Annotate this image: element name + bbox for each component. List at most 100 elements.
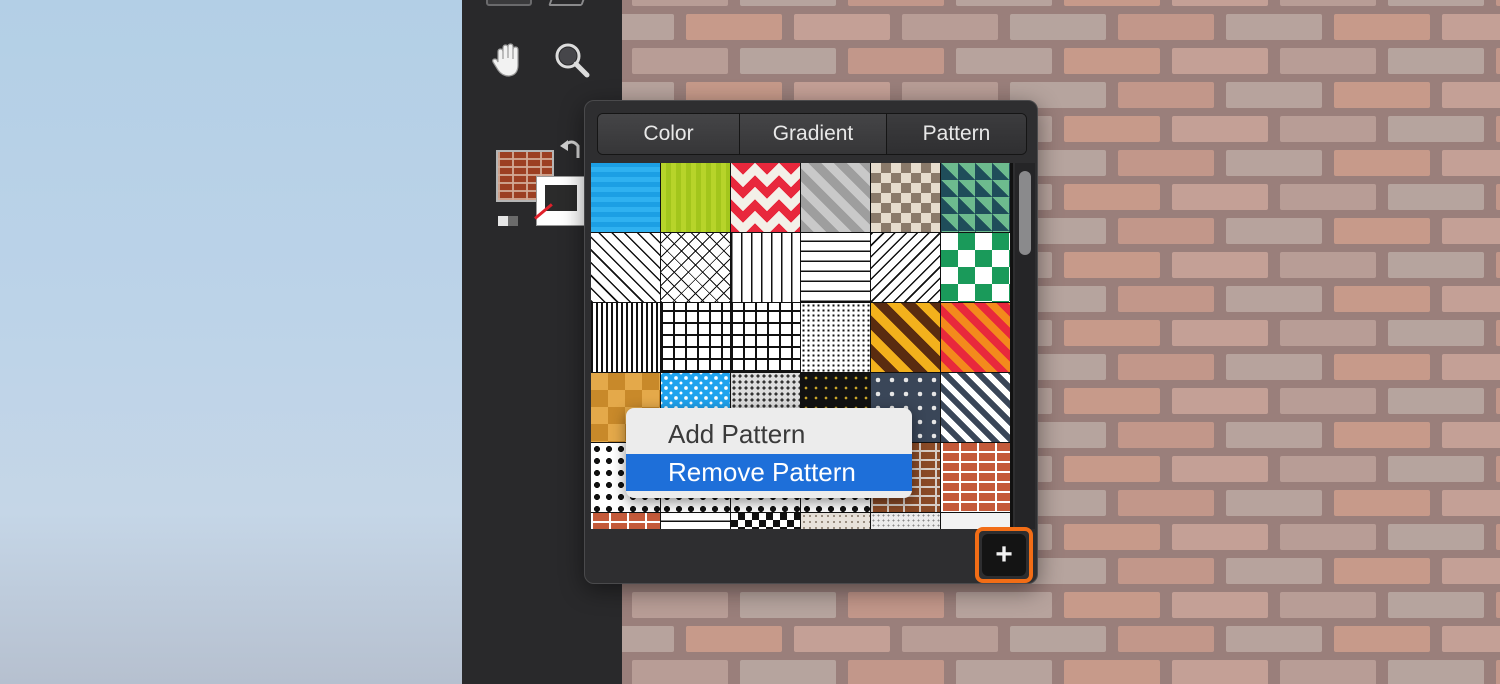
brick — [1388, 48, 1484, 74]
brick — [902, 14, 998, 40]
brick — [1334, 218, 1430, 244]
pattern-swatch[interactable] — [661, 303, 730, 372]
tab-pattern[interactable]: Pattern — [887, 114, 1026, 154]
brick — [1442, 82, 1500, 108]
default-colors-icon[interactable] — [496, 214, 522, 228]
brick — [1388, 252, 1484, 278]
brick — [1442, 422, 1500, 448]
pattern-swatch[interactable] — [801, 513, 870, 529]
brick — [902, 626, 998, 652]
brick — [848, 660, 944, 684]
pattern-swatch[interactable] — [591, 163, 660, 232]
brick — [1118, 218, 1214, 244]
pattern-scrollbar[interactable] — [1015, 163, 1035, 529]
rectangle-tool-icon[interactable] — [486, 0, 532, 6]
brick — [1064, 116, 1160, 142]
brick — [1280, 660, 1376, 684]
pattern-swatch[interactable] — [801, 163, 870, 232]
tab-color[interactable]: Color — [598, 114, 740, 154]
brick — [1172, 320, 1268, 346]
magnifier-icon[interactable] — [552, 40, 592, 80]
brick — [1388, 0, 1484, 6]
brick — [956, 660, 1052, 684]
brick — [1064, 320, 1160, 346]
brick — [1496, 456, 1500, 482]
brick — [1496, 320, 1500, 346]
scrollbar-thumb[interactable] — [1019, 171, 1031, 255]
swap-colors-icon[interactable] — [558, 136, 586, 164]
brick — [1442, 626, 1500, 652]
brick — [1118, 354, 1214, 380]
brick — [1172, 252, 1268, 278]
pattern-swatch[interactable] — [591, 513, 660, 529]
tab-gradient[interactable]: Gradient — [740, 114, 887, 154]
stroke-swatch[interactable] — [534, 176, 586, 226]
hand-icon[interactable] — [488, 40, 528, 80]
pattern-swatch[interactable] — [871, 513, 940, 529]
brick — [1280, 184, 1376, 210]
brick — [1496, 116, 1500, 142]
brick — [1010, 626, 1106, 652]
brick — [1442, 286, 1500, 312]
brick — [686, 14, 782, 40]
brick — [1118, 422, 1214, 448]
brick — [1172, 184, 1268, 210]
brick — [1064, 48, 1160, 74]
menu-item-remove-pattern[interactable]: Remove Pattern — [626, 454, 912, 491]
brick — [1334, 82, 1430, 108]
add-pattern-button[interactable]: + — [975, 527, 1033, 583]
pattern-swatch[interactable] — [661, 163, 730, 232]
brick — [1280, 320, 1376, 346]
menu-item-add-pattern[interactable]: Add Pattern — [626, 416, 912, 453]
pattern-swatch[interactable] — [801, 303, 870, 372]
brick — [1280, 116, 1376, 142]
brick — [1280, 388, 1376, 414]
brick — [740, 660, 836, 684]
plus-icon: + — [982, 534, 1026, 576]
brick — [1226, 150, 1322, 176]
pattern-swatch[interactable] — [661, 513, 730, 529]
brick — [632, 0, 728, 6]
pattern-swatch[interactable] — [731, 303, 800, 372]
pattern-swatch[interactable] — [591, 303, 660, 372]
pattern-swatch[interactable] — [731, 513, 800, 529]
pattern-swatch[interactable] — [941, 303, 1010, 372]
brick — [1010, 14, 1106, 40]
brick — [1388, 388, 1484, 414]
brick — [1334, 626, 1430, 652]
pattern-swatch[interactable] — [871, 163, 940, 232]
pattern-swatch[interactable] — [941, 373, 1010, 442]
pattern-swatch[interactable] — [801, 233, 870, 302]
brick — [1118, 14, 1214, 40]
pattern-swatch[interactable] — [941, 233, 1010, 302]
brick — [956, 48, 1052, 74]
brick — [1388, 592, 1484, 618]
brick — [1226, 422, 1322, 448]
pattern-swatch[interactable] — [871, 303, 940, 372]
brick — [632, 660, 728, 684]
pattern-swatch[interactable] — [731, 163, 800, 232]
brick — [1226, 14, 1322, 40]
brick — [1388, 184, 1484, 210]
brick — [1280, 48, 1376, 74]
brick — [1172, 48, 1268, 74]
pattern-swatch[interactable] — [591, 233, 660, 302]
brick — [848, 0, 944, 6]
brick — [956, 592, 1052, 618]
brick — [622, 14, 674, 40]
pattern-swatch[interactable] — [661, 233, 730, 302]
brick — [1118, 490, 1214, 516]
brick — [1064, 456, 1160, 482]
pattern-swatch[interactable] — [941, 443, 1010, 512]
brick — [740, 0, 836, 6]
brick — [1064, 184, 1160, 210]
brick — [632, 592, 728, 618]
shape-tool-icon[interactable] — [548, 0, 586, 6]
brick — [1064, 252, 1160, 278]
pattern-swatch[interactable] — [941, 163, 1010, 232]
pattern-swatch[interactable] — [731, 233, 800, 302]
brick — [1388, 660, 1484, 684]
pattern-swatch[interactable] — [871, 233, 940, 302]
brick — [1226, 558, 1322, 584]
brick — [1226, 82, 1322, 108]
